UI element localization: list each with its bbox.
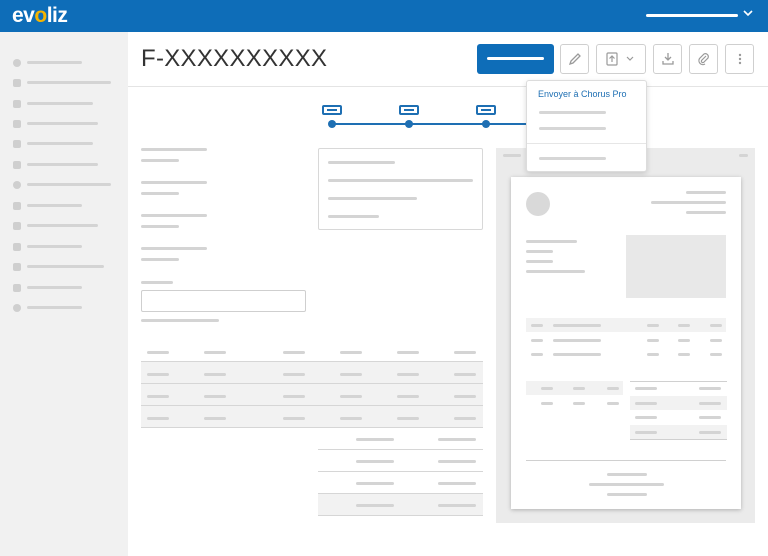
logo-text-post: liz	[46, 4, 68, 27]
field-value-1	[141, 159, 179, 162]
user-menu[interactable]	[646, 14, 738, 17]
totals-row	[318, 450, 483, 472]
input-helper	[141, 319, 219, 322]
chevron-down-icon[interactable]	[743, 7, 753, 21]
evoliz-logo[interactable]: evoliz	[12, 4, 68, 28]
paperclip-icon	[697, 53, 709, 66]
cart-icon	[13, 161, 21, 169]
logo-text-accent: o	[34, 4, 47, 27]
upload-icon	[606, 52, 634, 66]
user-icon	[13, 181, 21, 189]
menu-divider	[527, 143, 646, 144]
client-info-box	[318, 148, 483, 230]
main-content: F-XXXXXXXXXX Envoyer à Chorus Pro	[128, 32, 768, 556]
title-row: F-XXXXXXXXXX	[128, 32, 768, 87]
table-header-row	[141, 340, 483, 362]
sidebar	[0, 32, 128, 556]
export-dropdown-menu: Envoyer à Chorus Pro	[526, 80, 647, 172]
address-block	[626, 235, 726, 298]
export-dropdown-button[interactable]	[596, 44, 646, 74]
company-logo-placeholder	[526, 192, 550, 216]
step-3-badge	[476, 105, 496, 115]
settings-icon	[13, 304, 21, 312]
field-label-4	[141, 247, 207, 250]
table-row[interactable]	[141, 384, 483, 406]
step-2-dot[interactable]	[405, 120, 413, 128]
totals-row-grand	[318, 494, 483, 516]
more-vertical-icon	[738, 53, 741, 65]
table-row[interactable]	[141, 406, 483, 428]
chart-icon	[13, 243, 21, 251]
logo-text-pre: ev	[12, 4, 35, 27]
step-1-dot[interactable]	[328, 120, 336, 128]
edit-button[interactable]	[560, 44, 589, 74]
more-options-button[interactable]	[725, 44, 754, 74]
stepper-track	[332, 123, 532, 125]
totals-row	[318, 472, 483, 494]
field-label-3	[141, 214, 207, 217]
invoice-preview-page[interactable]	[511, 177, 741, 509]
bank-icon	[13, 202, 21, 210]
calculator-icon	[13, 263, 21, 271]
step-1-badge	[322, 105, 342, 115]
menu-item-chorus-pro[interactable]: Envoyer à Chorus Pro	[538, 89, 627, 99]
top-bar: evoliz	[0, 0, 768, 32]
attach-button[interactable]	[689, 44, 718, 74]
table-row[interactable]	[141, 362, 483, 384]
field-value-2	[141, 192, 179, 195]
download-icon	[661, 53, 674, 65]
documents-icon	[13, 79, 21, 87]
file-icon	[13, 222, 21, 230]
inbox-icon	[13, 284, 21, 292]
tag-icon	[13, 140, 21, 148]
field-label-1	[141, 148, 207, 151]
primary-action-button[interactable]	[477, 44, 554, 74]
pencil-icon	[568, 53, 581, 66]
briefcase-icon	[13, 120, 21, 128]
download-button[interactable]	[653, 44, 682, 74]
step-3-dot[interactable]	[482, 120, 490, 128]
input-label	[141, 281, 173, 284]
menu-item-4[interactable]	[539, 157, 606, 160]
menu-item-3[interactable]	[539, 127, 606, 130]
menu-item-2[interactable]	[539, 111, 606, 114]
step-2-badge	[399, 105, 419, 115]
field-value-3	[141, 225, 179, 228]
page-title: F-XXXXXXXXXX	[141, 45, 328, 72]
totals-row	[318, 428, 483, 450]
megaphone-icon	[13, 100, 21, 108]
field-value-4	[141, 258, 179, 261]
text-input[interactable]	[141, 290, 306, 312]
dashboard-icon	[13, 59, 21, 67]
field-label-2	[141, 181, 207, 184]
